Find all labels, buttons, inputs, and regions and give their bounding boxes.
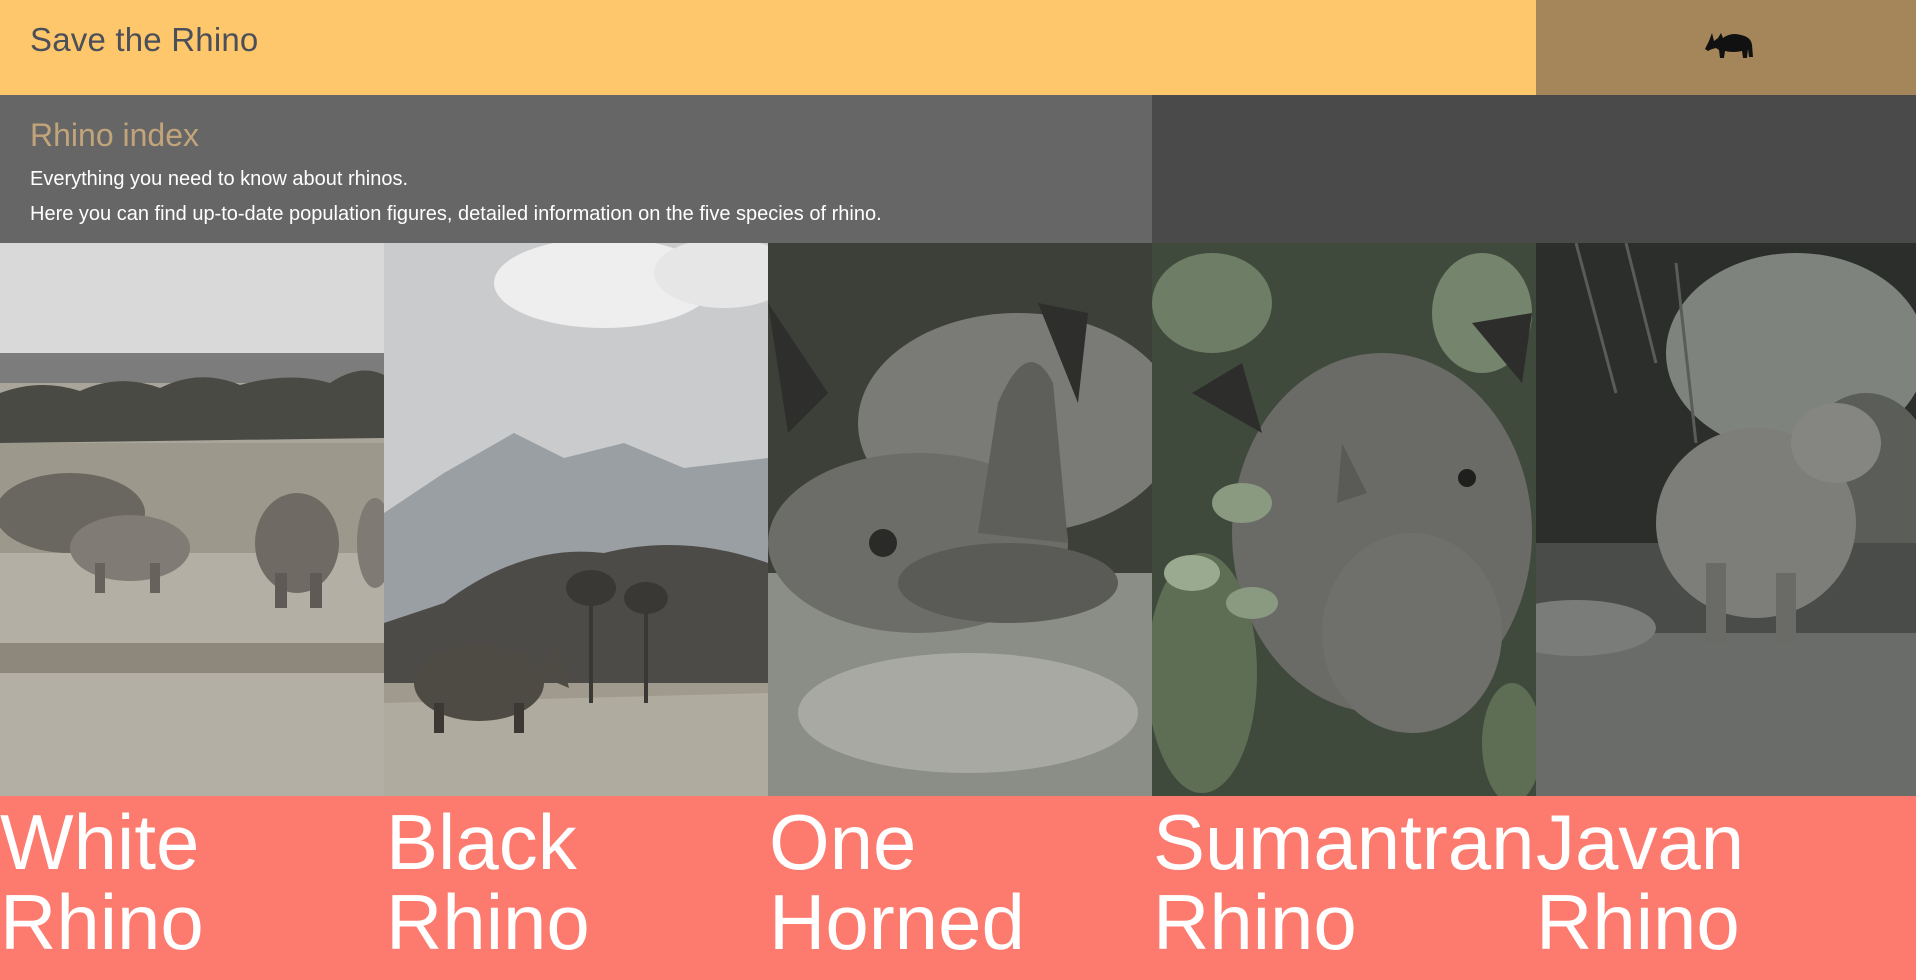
logo-box[interactable] [1536,0,1916,95]
javan-rhino-photo[interactable] [1536,243,1916,796]
species-label-white[interactable]: White Rhino [0,802,204,962]
black-line-2: Rhino [386,878,590,966]
species-label-black[interactable]: Black Rhino [386,802,590,962]
one-horned-rhino-photo[interactable] [768,243,1152,796]
intro-filler [1152,95,1916,243]
black-line-1: Black [386,798,577,886]
white-rhino-photo[interactable] [0,243,384,796]
rhino-silhouette-icon [1705,33,1753,58]
intro-line-1: Everything you need to know about rhinos… [30,168,409,190]
species-label-one-horned[interactable]: One Horned [769,802,1025,962]
species-label-javan[interactable]: Javan Rhino [1536,802,1744,962]
sumatran-line-2: Rhino [1153,878,1357,966]
white-line-2: Rhino [0,878,204,966]
species-label-sumatran[interactable]: Sumantran Rhino [1153,802,1535,962]
site-header: Save the Rhino [0,0,1536,95]
sumatran-rhino-photo[interactable] [1152,243,1536,796]
white-line-1: White [0,798,200,886]
site-title[interactable]: Save the Rhino [30,21,258,59]
javan-line-1: Javan [1536,798,1745,886]
intro-panel: Rhino index Everything you need to know … [0,95,1152,243]
species-label-band: White Rhino Black Rhino One Horned Suman… [0,796,1916,980]
one-horned-line-2: Horned [769,878,1025,966]
sumatran-line-1: Sumantran [1153,798,1535,886]
species-photo-strip [0,243,1916,796]
javan-line-2: Rhino [1536,878,1740,966]
black-rhino-photo[interactable] [384,243,768,796]
intro-heading: Rhino index [30,117,199,153]
one-horned-line-1: One [769,798,917,886]
intro-line-2: Here you can find up-to-date population … [30,203,882,225]
